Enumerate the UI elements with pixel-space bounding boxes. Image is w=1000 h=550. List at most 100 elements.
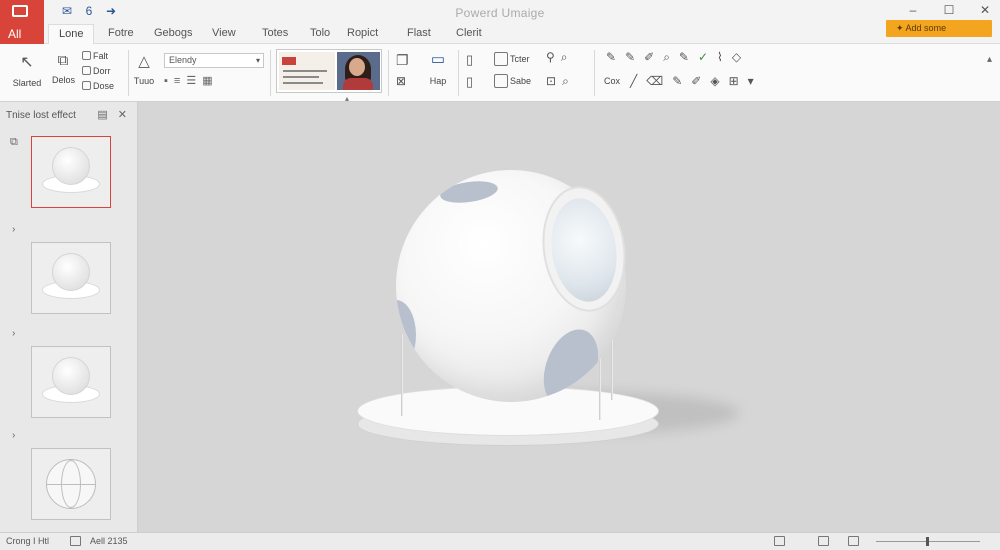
page-icon-2[interactable]: ▯	[466, 74, 473, 90]
table-icon	[494, 52, 508, 66]
text-tool-label: Tuuo	[133, 76, 155, 86]
align-icon-2[interactable]: ⊞	[729, 74, 748, 88]
expand-chevron-icon[interactable]: ›	[12, 224, 15, 235]
pane-layout-icon[interactable]: ⧉	[10, 136, 18, 149]
eraser-icon[interactable]: ⌫	[646, 74, 672, 88]
pencil-icon[interactable]: ✎	[679, 50, 698, 64]
reading-view-icon[interactable]	[848, 536, 859, 546]
small-button-2[interactable]: Dorr	[82, 65, 111, 76]
small-icon-1	[82, 51, 91, 61]
tab-5[interactable]: Totes	[262, 27, 288, 39]
add-in-button[interactable]: ✦ Add some	[886, 20, 992, 37]
slide-sorter-icon[interactable]	[818, 536, 829, 546]
slide-canvas[interactable]	[139, 102, 1000, 532]
tool-button-2[interactable]: Sabe	[494, 74, 531, 88]
pen-icon[interactable]: ✎	[606, 50, 625, 64]
image-icon[interactable]: ⊡	[546, 74, 562, 88]
align-icon[interactable]: ☰	[186, 75, 202, 87]
link-icon[interactable]: ⚲	[546, 50, 561, 64]
pane-close-icon[interactable]: ✕	[118, 108, 127, 121]
language-icon[interactable]	[70, 536, 81, 546]
font-select[interactable]: Elendy ▾	[164, 53, 264, 68]
edit-row-2[interactable]: ╱⌫✎✐◈⊞▾	[630, 74, 763, 88]
brush-icon[interactable]: ✎	[625, 50, 644, 64]
edit-row-1[interactable]: ✎✎✐⌕✎✓⌇◇	[606, 50, 750, 65]
notes-button[interactable]: Aell 2135	[90, 536, 128, 546]
tab-3[interactable]: Gebogs	[154, 27, 193, 39]
thumbnail-pane: Tnise lost effect ▤ ✕ ⧉ › › ›	[0, 102, 138, 532]
find-icon[interactable]: ⌕	[561, 50, 574, 64]
monitor-icon: ▭	[430, 51, 446, 68]
zoom-slider-handle[interactable]	[926, 537, 929, 546]
gallery-thumbnail-photo[interactable]	[337, 52, 380, 90]
cursor-icon: ↖	[20, 54, 34, 71]
file-tab[interactable]: All	[0, 0, 44, 44]
marker-icon[interactable]: ✐	[644, 50, 663, 64]
tab-home[interactable]: Lone	[48, 24, 95, 45]
tab-8[interactable]: Flast	[407, 27, 431, 39]
window-controls: – ☐ ✕	[906, 3, 992, 17]
zoom-slider[interactable]	[876, 537, 980, 546]
fill-icon[interactable]: ◈	[710, 74, 728, 88]
list-icon[interactable]: ≡	[174, 75, 186, 87]
lasso-icon[interactable]: ⌇	[717, 50, 732, 64]
grid-icon[interactable]: ▦	[202, 75, 218, 87]
small-button-3[interactable]: Dose	[82, 80, 114, 91]
new-slide-label: Slarted	[12, 78, 42, 88]
ribbon-tabs: Lone Fotre Gebogs View Totes Tolo Ropict…	[44, 24, 1000, 45]
delete-button[interactable]: ⧉ Delos	[52, 52, 76, 85]
expand-chevron-icon[interactable]: ›	[12, 328, 15, 339]
tab-7[interactable]: Ropict	[347, 27, 378, 39]
pane-controls: ▤ ✕	[97, 108, 127, 121]
more-icon[interactable]: ▾	[748, 74, 763, 88]
replace-icon[interactable]: ⌕	[562, 74, 575, 88]
slide-thumbnail-2[interactable]	[31, 242, 111, 314]
tab-view[interactable]: View	[212, 27, 236, 39]
minimize-icon[interactable]: –	[906, 3, 920, 17]
picture-icon[interactable]: ⊠	[396, 74, 406, 88]
add-in-label: Add some	[905, 23, 947, 33]
line-icon[interactable]: ╱	[630, 74, 646, 88]
check-icon[interactable]: ✓	[698, 50, 717, 64]
slide-thumbnail-1[interactable]	[31, 136, 111, 208]
close-icon[interactable]: ✕	[978, 3, 992, 17]
window-title: Powerd Umaige	[455, 6, 545, 20]
layout-icon: ⧉	[57, 52, 69, 69]
style-gallery[interactable]	[276, 49, 382, 93]
sphere-top-patch	[438, 178, 500, 206]
small-button-1[interactable]: Falt	[82, 50, 108, 61]
tool-label-2: Sabe	[510, 76, 532, 86]
shape-edit-icon[interactable]: ◇	[732, 50, 750, 64]
expand-chevron-icon[interactable]: ›	[12, 430, 15, 441]
copy-icon[interactable]: ❐	[396, 52, 409, 69]
normal-view-icon[interactable]	[774, 536, 785, 546]
maximize-icon[interactable]: ☐	[942, 3, 956, 17]
thumb-globe	[46, 459, 96, 509]
page-icon[interactable]: ▯	[466, 52, 473, 68]
edit-button[interactable]: Cox	[604, 76, 620, 86]
thumb-sphere	[52, 253, 90, 291]
gallery-red-block	[282, 57, 296, 65]
format-buttons[interactable]: ▪≡☰▦	[164, 74, 219, 87]
new-slide-button[interactable]: ↖ Slarted	[12, 52, 42, 88]
globe-meridian	[61, 460, 81, 508]
tool-row-2[interactable]: ⊡⌕	[546, 74, 575, 89]
tool-row-1[interactable]: ⚲⌕	[546, 50, 574, 65]
highlighter-icon[interactable]: ✐	[691, 74, 710, 88]
gallery-thumbnail-document[interactable]	[279, 52, 335, 90]
slide-thumbnail-4[interactable]	[31, 448, 111, 520]
thumb-sphere	[52, 357, 90, 395]
text-tool-button[interactable]: △ Tuuo	[132, 52, 156, 86]
pane-options-icon[interactable]: ▤	[97, 108, 107, 121]
search-icon[interactable]: ⌕	[663, 50, 679, 64]
tab-6[interactable]: Tolo	[310, 27, 330, 39]
tab-2[interactable]: Fotre	[108, 27, 134, 39]
shapes-button[interactable]: ▭ Hap	[424, 50, 452, 86]
pen-icon-2[interactable]: ✎	[672, 74, 691, 88]
bold-icon[interactable]: ▪	[164, 75, 174, 87]
tool-button-1[interactable]: Tcter	[494, 52, 530, 66]
tab-9[interactable]: Clerit	[456, 27, 482, 39]
slide-thumbnail-3[interactable]	[31, 346, 111, 418]
collapse-ribbon-icon[interactable]: ▴	[987, 54, 992, 65]
delete-label: Delos	[52, 75, 76, 85]
